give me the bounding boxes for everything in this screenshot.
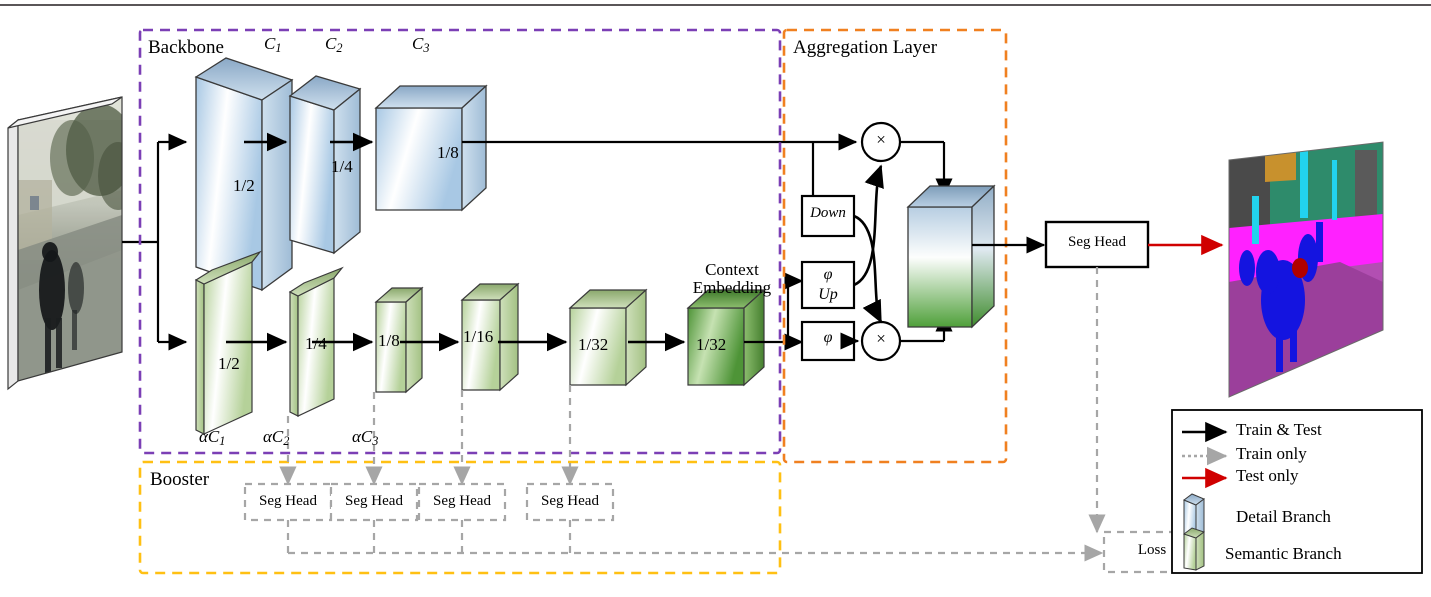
booster-seg-head-label-1: Seg Head bbox=[259, 493, 317, 509]
detail-label-c3: C3 bbox=[412, 34, 430, 56]
legend-label-detail-branch: Detail Branch bbox=[1236, 507, 1331, 526]
booster-seg-head-label-4: Seg Head bbox=[541, 493, 599, 509]
booster-seg-head-label-3: Seg Head bbox=[433, 493, 491, 509]
detail-scale-1: 1/2 bbox=[233, 176, 255, 195]
multiply-symbol-bottom: × bbox=[876, 329, 886, 348]
phi-up-label-line1: φ bbox=[823, 266, 833, 283]
phi-op-label: φ bbox=[823, 329, 833, 346]
loss-label: Loss bbox=[1137, 542, 1167, 558]
main-seg-head-label: Seg Head bbox=[1068, 234, 1126, 250]
semantic-scale-6: 1/32 bbox=[696, 335, 727, 354]
semantic-scale-3: 1/8 bbox=[378, 331, 400, 350]
aggregation-group-label: Aggregation Layer bbox=[793, 37, 938, 58]
phi-up-op-label: φ Up bbox=[802, 265, 854, 305]
semantic-label-ac1: αC1 bbox=[199, 427, 226, 449]
semantic-scale-5: 1/32 bbox=[578, 335, 609, 354]
detail-label-c1: C1 bbox=[264, 34, 282, 56]
booster-seg-head-label-2: Seg Head bbox=[345, 493, 403, 509]
legend-label-semantic-branch: Semantic Branch bbox=[1225, 544, 1342, 563]
semantic-label-ac3: αC3 bbox=[352, 427, 379, 449]
detail-block-c1 bbox=[194, 57, 294, 292]
booster-group-label: Booster bbox=[150, 469, 210, 490]
multiply-symbol-top: × bbox=[876, 130, 886, 149]
backbone-group-label: Backbone bbox=[148, 37, 224, 58]
semantic-scale-1: 1/2 bbox=[218, 354, 240, 373]
semantic-scale-2: 1/4 bbox=[305, 334, 327, 353]
detail-block-c3 bbox=[374, 84, 488, 212]
detail-scale-3: 1/8 bbox=[437, 143, 459, 162]
detail-to-aggregation-wire bbox=[462, 133, 858, 224]
context-caption-line2: Embedding bbox=[692, 277, 772, 297]
input-image bbox=[7, 96, 123, 391]
legend-label-train-test: Train & Test bbox=[1236, 420, 1322, 439]
down-op-label: Down bbox=[810, 205, 846, 221]
input-split-wiring bbox=[122, 133, 188, 351]
phiup-to-top-mul-curve bbox=[853, 164, 884, 287]
detail-scale-2: 1/4 bbox=[331, 157, 353, 176]
legend-label-test-only: Test only bbox=[1236, 466, 1299, 485]
figure-canvas: Backbone Aggregation Layer Booster C1 C2… bbox=[0, 0, 1431, 597]
semantic-label-ac2: αC2 bbox=[263, 427, 290, 449]
fused-feature-cube bbox=[906, 184, 996, 329]
legend-label-train-only: Train only bbox=[1236, 444, 1307, 463]
phi-up-label-line2: Up bbox=[818, 286, 838, 303]
diagram-vector-layer bbox=[0, 4, 1431, 575]
context-embedding-caption: Context Embedding bbox=[688, 261, 776, 297]
segmentation-output-image bbox=[1228, 141, 1384, 398]
semantic-scale-4: 1/16 bbox=[463, 327, 494, 346]
context-caption-line1: Context bbox=[705, 260, 759, 279]
detail-label-c2: C2 bbox=[325, 34, 343, 56]
